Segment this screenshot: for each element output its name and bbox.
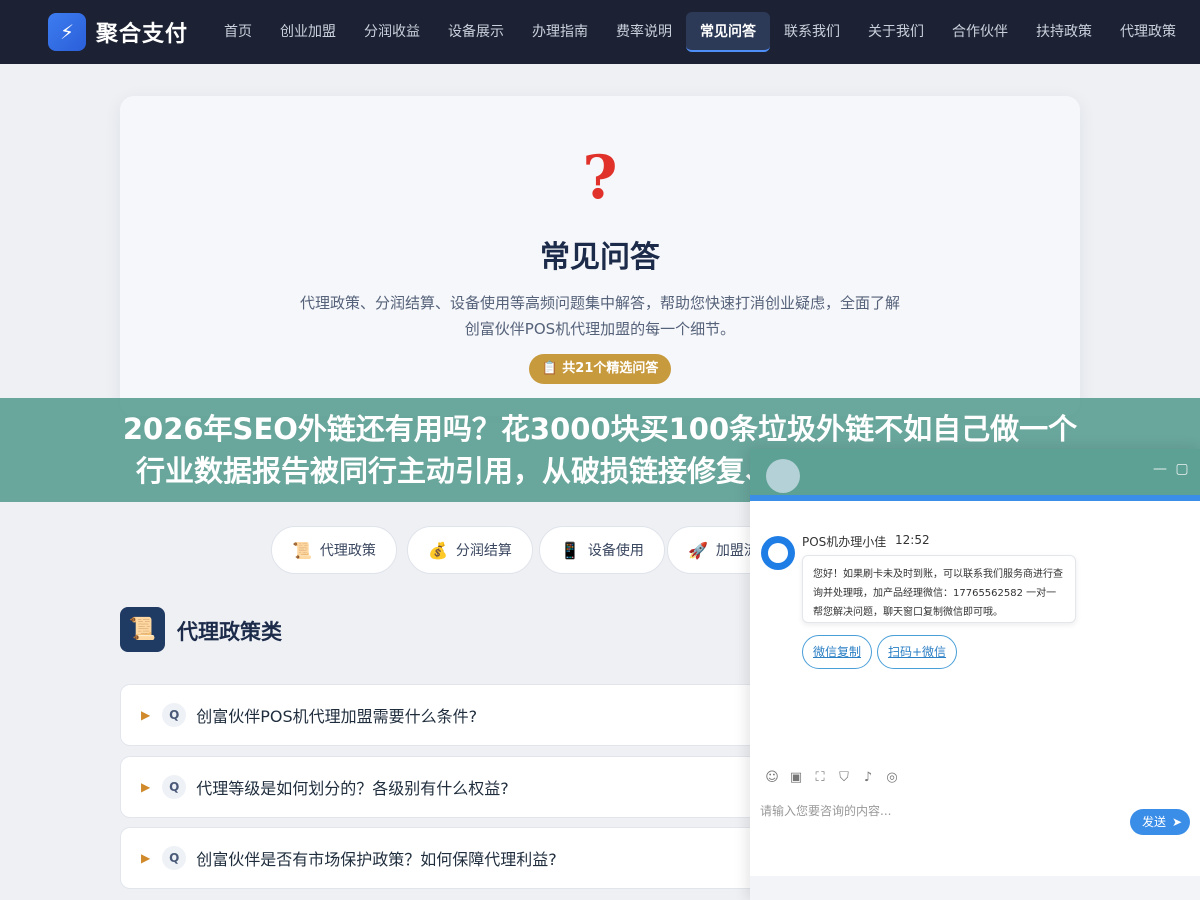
- page-description: 代理政策、分润结算、设备使用等高频问题集中解答，帮助您快速打消创业疑虑，全面了解…: [300, 294, 901, 338]
- category-pill-device[interactable]: 📱 设备使用: [539, 526, 665, 574]
- nav-item-8[interactable]: 关于我们: [854, 12, 938, 52]
- message-time: 12:52: [895, 533, 930, 547]
- rocket-icon: 🚀: [688, 540, 708, 560]
- send-button[interactable]: 发送 ➤: [1130, 809, 1190, 835]
- q-badge: Q: [162, 775, 187, 799]
- chat-message: 您好！如果刷卡未及时到账，可以联系我们服务商进行查询并处理哦，加产品经理微信：1…: [802, 555, 1076, 623]
- chat-footer: [750, 876, 1200, 900]
- image-icon[interactable]: ▣: [784, 770, 808, 785]
- logo[interactable]: ⚡ 聚合支付: [48, 13, 188, 51]
- avatar: [766, 459, 800, 493]
- chat-bubbles-icon[interactable]: ◎: [880, 770, 904, 785]
- hero-card: ? 常见问答 代理政策、分润结算、设备使用等高频问题集中解答，帮助您快速打消创业…: [120, 96, 1080, 416]
- q-badge: Q: [162, 846, 187, 870]
- section-title: 代理政策类: [177, 620, 282, 644]
- category-label: 代理政策: [319, 543, 376, 559]
- money-bag-icon: 💰: [428, 540, 448, 560]
- caret-right-icon: ▶: [141, 780, 151, 794]
- banner-line-1: 2026年SEO外链还有用吗？花3000块买100条垃圾外链不如自己做一个: [122, 412, 1078, 446]
- nav-item-2[interactable]: 分润收益: [350, 12, 434, 52]
- nav-item-11[interactable]: 代理政策: [1106, 12, 1190, 52]
- nav-item-5[interactable]: 费率说明: [602, 12, 686, 52]
- screenshot-icon[interactable]: ⛶: [808, 770, 832, 785]
- nav-item-4[interactable]: 办理指南: [518, 12, 602, 52]
- send-icon: ➤: [1171, 815, 1182, 829]
- top-navigation: ⚡ 聚合支付 首页 创业加盟 分润收益 设备展示 办理指南 费率说明 常见问答 联系我们 关于我…: [0, 0, 1200, 64]
- category-label: 分润结算: [455, 543, 512, 559]
- nav-item-1[interactable]: 创业加盟: [266, 12, 350, 52]
- caret-right-icon: ▶: [141, 708, 151, 722]
- chat-widget: — ▢ POS机办理小佳 12:52 您好！如果刷卡未及时到账，可以联系我们服务…: [750, 449, 1200, 900]
- faq-question: 创富伙伴是否有市场保护政策？如何保障代理利益?: [196, 850, 557, 869]
- nav-list: 首页 创业加盟 分润收益 设备展示 办理指南 费率说明 常见问答 联系我们 关于我们 合作伙伴 扶持…: [210, 0, 1190, 64]
- faq-question: 代理等级是如何划分的？各级别有什么权益?: [196, 779, 509, 798]
- face-icon: [768, 543, 788, 563]
- nav-item-9[interactable]: 合作伙伴: [938, 12, 1022, 52]
- chat-toolbar: ☺ ▣ ⛶ ⛉ ♪ ◎: [760, 770, 904, 785]
- send-label: 发送: [1142, 815, 1167, 829]
- faq-count-badge: 📋 共21个精选问答: [529, 354, 671, 384]
- copy-wechat-button[interactable]: 微信复制: [802, 635, 873, 669]
- nav-item-6[interactable]: 常见问答: [686, 12, 771, 52]
- question-mark-icon: ?: [582, 143, 618, 213]
- scroll-icon: 📜: [120, 607, 165, 652]
- lightning-icon: ⚡: [48, 13, 86, 51]
- chat-header-bar: [750, 495, 1200, 501]
- chat-input[interactable]: [760, 801, 1060, 821]
- chat-header[interactable]: — ▢: [750, 449, 1200, 501]
- scroll-icon: 📜: [292, 540, 312, 560]
- agent-name: POS机办理小佳: [802, 535, 887, 549]
- scan-wechat-button[interactable]: 扫码+微信: [877, 635, 958, 669]
- q-badge: Q: [162, 703, 187, 727]
- nav-item-7[interactable]: 联系我们: [770, 12, 854, 52]
- shield-icon[interactable]: ⛉: [832, 770, 856, 785]
- minimize-icon[interactable]: —: [1152, 461, 1168, 477]
- category-label: 设备使用: [587, 543, 644, 559]
- phone-icon: 📱: [560, 540, 580, 560]
- nav-item-3[interactable]: 设备展示: [434, 12, 518, 52]
- agent-avatar: [761, 536, 795, 570]
- sound-icon[interactable]: ♪: [856, 770, 880, 785]
- caret-right-icon: ▶: [141, 851, 151, 865]
- category-pill-settlement[interactable]: 💰 分润结算: [407, 526, 533, 574]
- emoji-icon[interactable]: ☺: [760, 770, 784, 785]
- nav-item-10[interactable]: 扶持政策: [1022, 12, 1106, 52]
- nav-item-0[interactable]: 首页: [210, 12, 266, 52]
- category-pill-policy[interactable]: 📜 代理政策: [271, 526, 397, 574]
- logo-text: 聚合支付: [96, 22, 189, 47]
- faq-question: 创富伙伴POS机代理加盟需要什么条件?: [196, 707, 478, 726]
- maximize-icon[interactable]: ▢: [1174, 461, 1190, 477]
- page-title: 常见问答: [540, 240, 660, 275]
